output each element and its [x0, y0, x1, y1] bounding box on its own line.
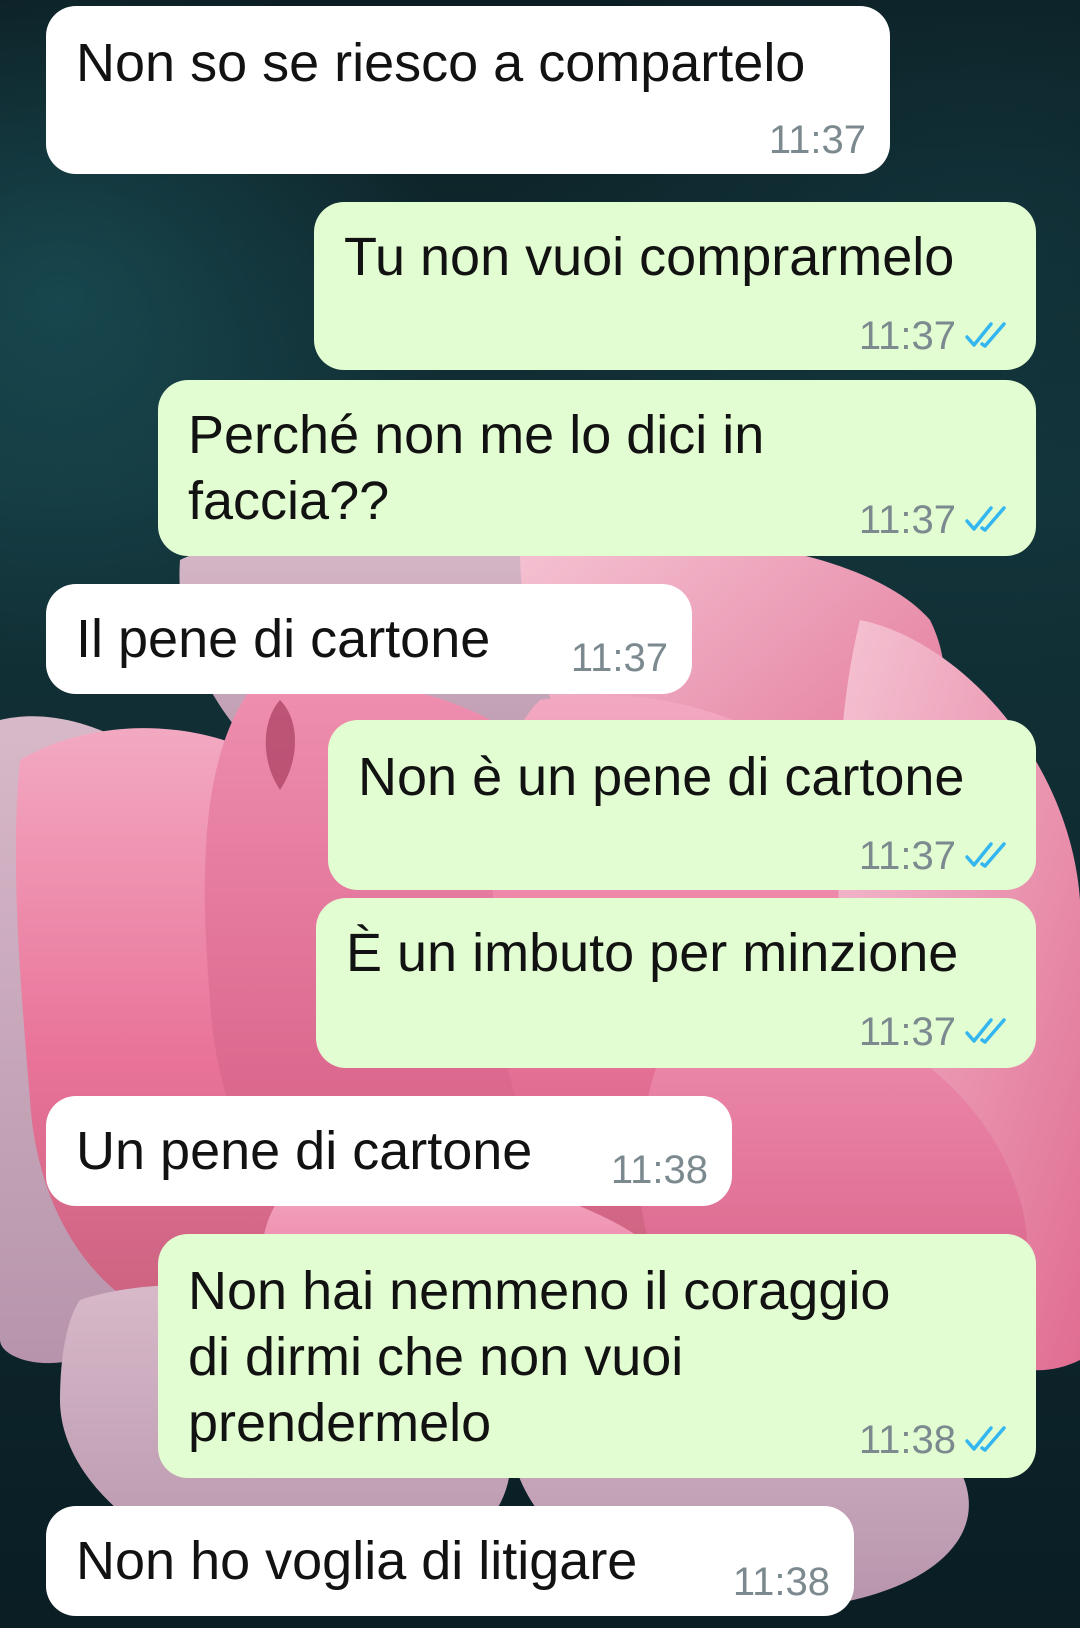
message-text: Il pene di cartone [76, 609, 491, 669]
message-bubble-incoming[interactable]: Non ho voglia di litigare 11:38 [46, 1506, 854, 1616]
message-bubble-outgoing[interactable]: Perché non me lo dici in faccia?? 11:37 [158, 380, 1036, 556]
message-status: 11:37 [859, 834, 1012, 878]
message-time: 11:38 [732, 1560, 830, 1604]
message-bubble-incoming[interactable]: Il pene di cartone 11:37 [46, 584, 692, 694]
message-time: 11:37 [858, 498, 956, 542]
message-text: Un pene di cartone [76, 1121, 533, 1181]
message-bubble-outgoing[interactable]: Non è un pene di cartone 11:37 [328, 720, 1036, 890]
message-time: 11:37 [768, 118, 866, 162]
message-status: 11:37 [859, 314, 1012, 358]
message-text: Perché non me lo dici in faccia?? [188, 405, 765, 531]
message-bubble-outgoing[interactable]: Non hai nemmeno il coraggio di dirmi che… [158, 1234, 1036, 1478]
message-text: Non è un pene di cartone [358, 747, 965, 807]
message-text: Non hai nemmeno il coraggio di dirmi che… [188, 1261, 891, 1453]
message-text: Non ho voglia di litigare [76, 1531, 638, 1591]
message-time: 11:37 [858, 1010, 956, 1054]
message-time: 11:37 [858, 314, 956, 358]
double-check-icon [965, 1018, 1006, 1045]
message-status: 11:37 [859, 498, 1012, 542]
double-check-icon [965, 1426, 1006, 1453]
double-check-icon [965, 322, 1006, 349]
message-bubble-incoming[interactable]: Non so se riesco a compartelo 11:37 [46, 6, 890, 174]
message-text: Non so se riesco a compartelo [76, 33, 806, 93]
message-bubble-incoming[interactable]: Un pene di cartone 11:38 [46, 1096, 732, 1206]
message-text: Tu non vuoi comprarmelo [344, 227, 955, 287]
message-text: È un imbuto per minzione [346, 923, 959, 983]
message-time: 11:37 [570, 636, 668, 680]
message-time: 11:38 [858, 1418, 956, 1462]
double-check-icon [965, 506, 1006, 533]
message-time: 11:38 [610, 1148, 708, 1192]
message-status: 11:38 [859, 1418, 1012, 1462]
message-status: 11:37 [859, 1010, 1012, 1054]
message-bubble-outgoing[interactable]: Tu non vuoi comprarmelo 11:37 [314, 202, 1036, 370]
message-time: 11:37 [858, 834, 956, 878]
message-bubble-outgoing[interactable]: È un imbuto per minzione 11:37 [316, 898, 1036, 1068]
double-check-icon [965, 842, 1006, 869]
